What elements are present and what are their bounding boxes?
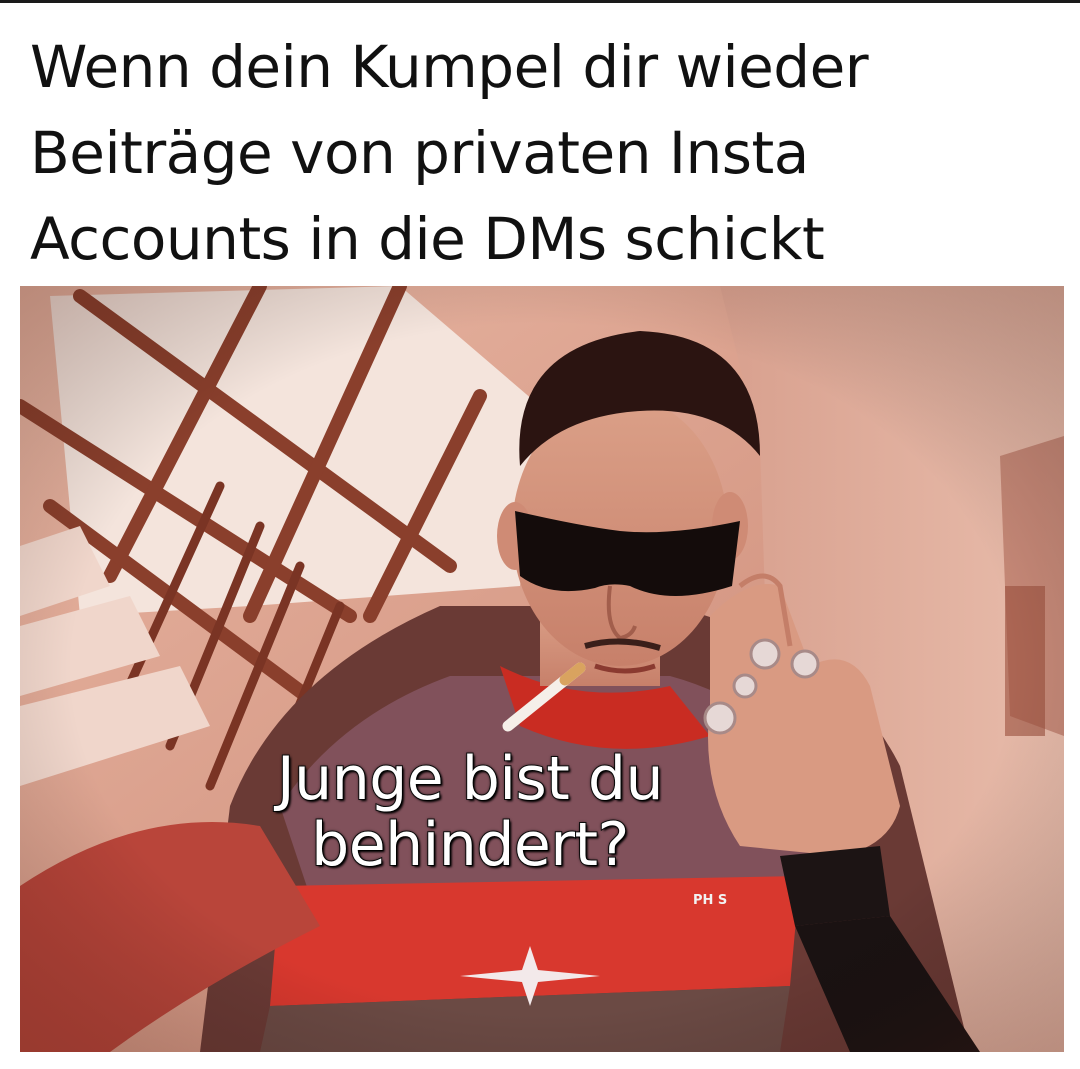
shirt-brand-text: PH S: [693, 893, 728, 908]
overlay-line-2: behindert?: [310, 810, 630, 880]
photo-illustration: [20, 286, 1064, 1052]
meme-photo: [20, 286, 1064, 1052]
overlay-line-1: Junge bist du: [276, 744, 665, 814]
top-border: [0, 0, 1080, 3]
caption-line-2: Beiträge von privaten Insta: [30, 119, 809, 187]
meme-overlay-text: Junge bist du behindert?: [210, 744, 730, 880]
photo-vignette: [20, 286, 1064, 1052]
caption-line-3: Accounts in die DMs schickt: [30, 205, 825, 273]
caption-line-1: Wenn dein Kumpel dir wieder: [30, 33, 869, 101]
meme-caption: Wenn dein Kumpel dir wieder Beiträge von…: [30, 24, 1070, 282]
